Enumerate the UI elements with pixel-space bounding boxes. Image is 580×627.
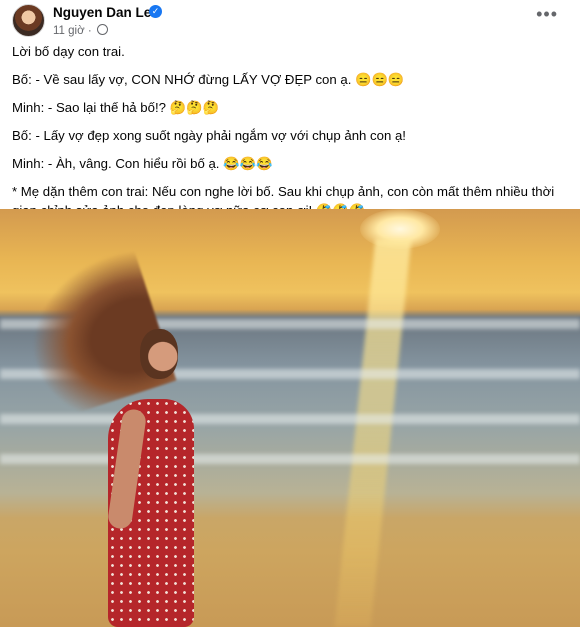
post-photo[interactable] xyxy=(0,209,580,627)
globe-icon xyxy=(96,24,108,35)
facebook-post: Nguyen Dan Le ✓ 11 giờ · ••• Lời bố dạy … xyxy=(0,0,580,627)
post-time-label[interactable]: 11 giờ · xyxy=(53,25,92,37)
wave xyxy=(0,414,580,424)
woman-head xyxy=(140,329,178,379)
post-paragraph: Minh: - Àh, vâng. Con hiểu rồi bố ạ. 😂😂😂 xyxy=(12,156,273,171)
sun-reflection xyxy=(334,239,412,627)
wave xyxy=(0,454,580,464)
author-name[interactable]: Nguyen Dan Le xyxy=(53,5,151,20)
post-time[interactable]: 11 giờ · xyxy=(53,24,108,37)
post-paragraph: Bố: - Về sau lấy vợ, CON NHỚ đừng LẤY VỢ… xyxy=(12,72,405,87)
post-paragraph: Minh: - Sao lại thế hả bố!? 🤔🤔🤔 xyxy=(12,100,219,115)
post-header: Nguyen Dan Le ✓ 11 giờ · ••• xyxy=(0,0,580,40)
post-paragraph: Bố: - Lấy vợ đẹp xong suốt ngày phải ngắ… xyxy=(12,128,406,143)
post-paragraph: Lời bố dạy con trai. xyxy=(12,44,125,59)
more-options-icon[interactable]: ••• xyxy=(536,4,558,25)
post-text: Lời bố dạy con trai. Bố: - Về sau lấy vợ… xyxy=(12,42,572,229)
author-avatar[interactable] xyxy=(12,4,45,37)
verified-badge-icon: ✓ xyxy=(149,5,162,18)
